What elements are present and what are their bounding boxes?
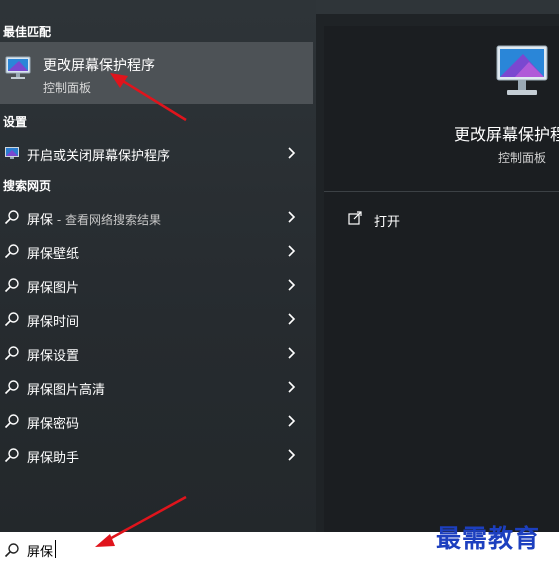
search-icon xyxy=(4,414,19,429)
search-icon xyxy=(4,278,19,293)
search-icon xyxy=(4,543,19,558)
best-match-item[interactable]: 更改屏幕保护程序 控制面板 xyxy=(0,42,313,104)
web-item-label: 屏保助手 xyxy=(27,451,80,466)
settings-item-label: 开启或关闭屏幕保护程序 xyxy=(27,149,171,164)
web-item[interactable]: 屏保图片高清 xyxy=(0,370,313,404)
results-pane: 最佳匹配 更改屏幕保护程序 控制面板 设置 开启或关闭屏幕保护程序 搜索网页 屏… xyxy=(0,0,316,532)
open-action[interactable]: 打开 xyxy=(374,211,400,230)
web-item[interactable]: 屏保图片 xyxy=(0,268,313,302)
chevron-right-icon xyxy=(288,245,296,257)
web-item[interactable]: 屏保时间 xyxy=(0,302,313,336)
web-item[interactable]: 屏保设置 xyxy=(0,336,313,370)
chevron-right-icon xyxy=(288,211,296,223)
search-input[interactable]: 屏保 xyxy=(27,541,53,560)
chevron-right-icon xyxy=(288,381,296,393)
chevron-right-icon xyxy=(288,147,296,159)
web-item-label: 屏保 xyxy=(27,213,54,228)
search-icon xyxy=(4,210,19,225)
web-item[interactable]: 屏保 - 查看网络搜索结果 xyxy=(0,200,313,234)
section-best-match: 最佳匹配 xyxy=(3,25,52,39)
preview-pane xyxy=(324,26,559,532)
chevron-right-icon xyxy=(288,313,296,325)
chevron-right-icon xyxy=(288,415,296,427)
search-icon xyxy=(4,244,19,259)
preview-divider xyxy=(324,191,559,192)
monitor-screensaver-icon xyxy=(5,56,31,79)
best-match-title: 更改屏幕保护程序 xyxy=(43,58,155,74)
search-icon xyxy=(4,380,19,395)
open-external-icon xyxy=(348,211,362,225)
web-item-label: 屏保时间 xyxy=(27,315,80,330)
web-item-label: 屏保密码 xyxy=(27,417,80,432)
chevron-right-icon xyxy=(288,449,296,461)
preview-subtitle: 控制面板 xyxy=(498,151,547,165)
web-item-sub: - 查看网络搜索结果 xyxy=(53,213,161,227)
chevron-right-icon xyxy=(288,347,296,359)
preview-title: 更改屏幕保护程 xyxy=(454,125,559,144)
chevron-right-icon xyxy=(288,279,296,291)
web-item-label: 屏保图片高清 xyxy=(27,383,106,398)
settings-item-toggle-screensaver[interactable]: 开启或关闭屏幕保护程序 xyxy=(0,136,313,170)
web-item-label: 屏保壁纸 xyxy=(27,247,80,262)
search-icon xyxy=(4,312,19,327)
section-settings: 设置 xyxy=(3,115,28,129)
search-icon xyxy=(4,448,19,463)
monitor-screensaver-icon xyxy=(496,45,548,95)
best-match-subtitle: 控制面板 xyxy=(43,81,92,95)
web-item-label: 屏保图片 xyxy=(27,281,80,296)
web-item[interactable]: 屏保密码 xyxy=(0,404,313,438)
search-icon xyxy=(4,346,19,361)
text-caret xyxy=(55,540,56,558)
web-item[interactable]: 屏保助手 xyxy=(0,438,313,472)
web-item-label: 屏保设置 xyxy=(27,349,80,364)
web-item[interactable]: 屏保壁纸 xyxy=(0,234,313,268)
monitor-small-icon xyxy=(5,147,19,159)
section-web-search: 搜索网页 xyxy=(3,179,52,193)
watermark: 最需教育 xyxy=(436,524,541,553)
